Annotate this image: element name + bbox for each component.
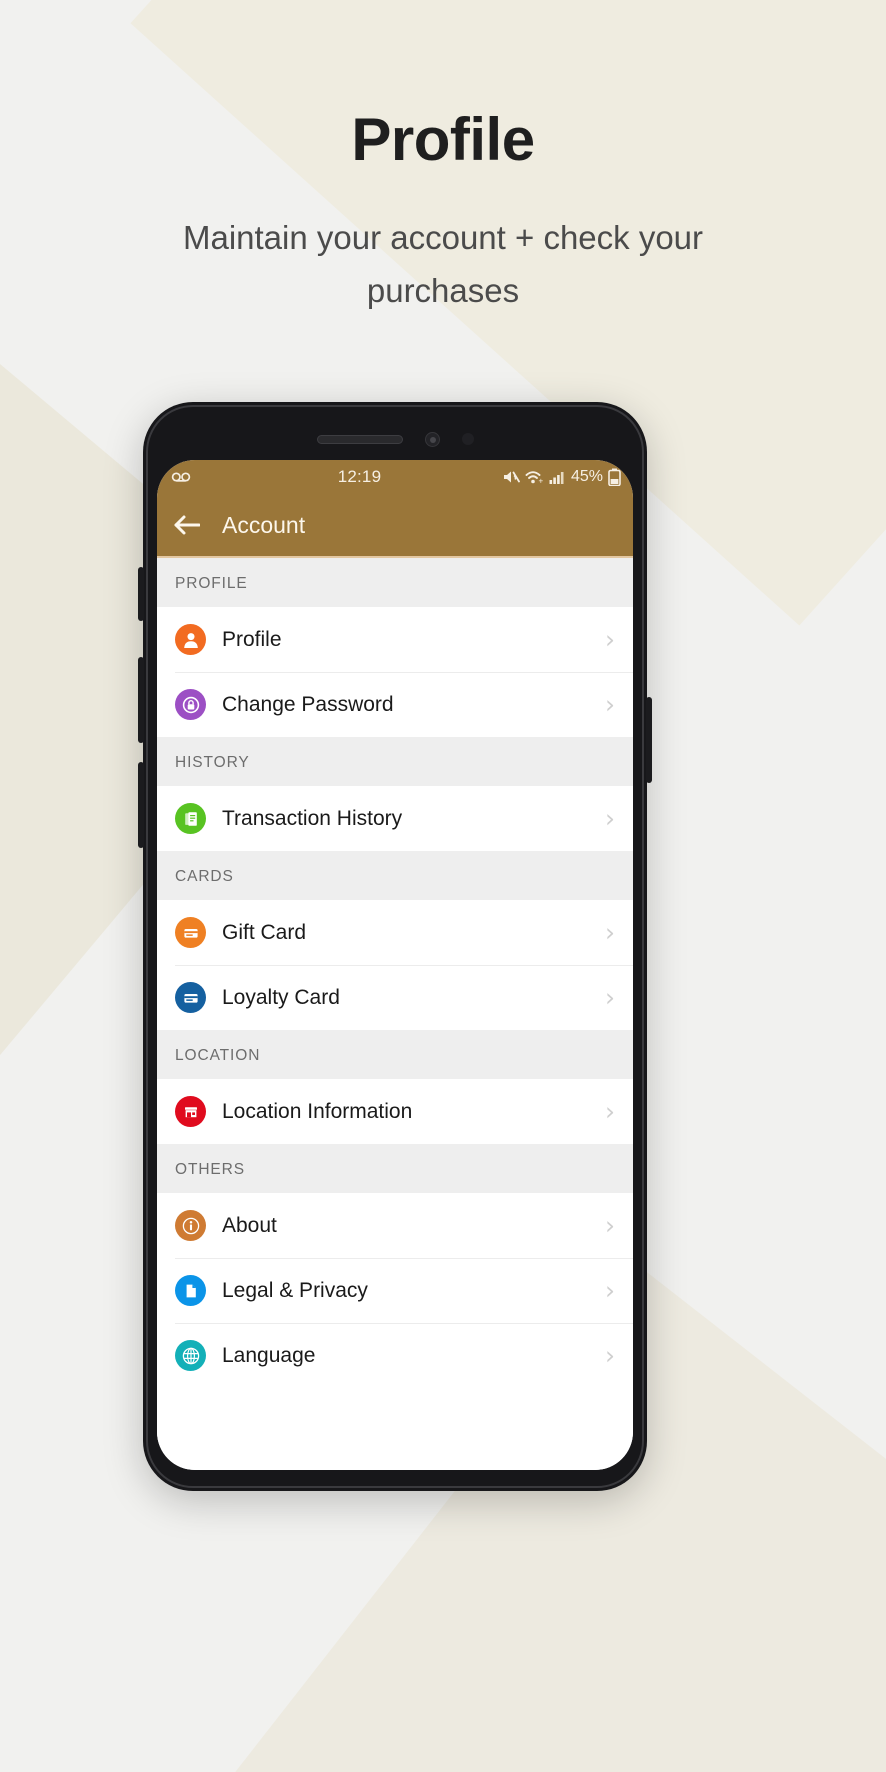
document-icon — [175, 1275, 206, 1306]
status-bar-left — [171, 470, 191, 484]
app-bar: Account — [157, 494, 633, 556]
chevron-right-icon: › — [605, 983, 615, 1012]
list-item-change-password[interactable]: Change Password › — [157, 672, 633, 737]
status-bar: 12:19 + 45% — [157, 460, 633, 494]
person-icon — [175, 624, 206, 655]
list-item-label: Change Password — [222, 692, 394, 716]
app-bar-title: Account — [222, 511, 306, 538]
lock-icon — [175, 689, 206, 720]
back-arrow-icon[interactable] — [173, 514, 200, 536]
credit-card-icon — [175, 982, 206, 1013]
page-title: Profile — [351, 106, 535, 173]
list-item-legal-privacy[interactable]: Legal & Privacy › — [157, 1258, 633, 1323]
phone-button-power[interactable] — [646, 697, 652, 783]
list-item-label: Transaction History — [222, 806, 403, 830]
wifi-icon: + — [525, 470, 544, 485]
chevron-right-icon: › — [605, 804, 615, 833]
section-header-cards: CARDS — [157, 851, 633, 900]
phone-button-volume-up[interactable] — [138, 657, 144, 743]
list-item-label: Profile — [222, 627, 282, 651]
chevron-right-icon: › — [605, 1097, 615, 1126]
chevron-right-icon: › — [605, 1341, 615, 1370]
list-item-transaction-history[interactable]: Transaction History › — [157, 786, 633, 851]
list-item-loyalty-card[interactable]: Loyalty Card › — [157, 965, 633, 1030]
battery-percent-label: 45% — [570, 468, 603, 485]
list-item-label: About — [222, 1213, 277, 1237]
settings-list: PROFILE Profile › Change Password › HIST… — [157, 558, 633, 1470]
list-item-about[interactable]: About › — [157, 1193, 633, 1258]
voicemail-icon — [171, 470, 191, 484]
page-subtitle: Maintain your account + check your purch… — [182, 219, 704, 310]
hero-section: Profile Maintain your account + check yo… — [0, 0, 886, 318]
globe-icon — [175, 1340, 206, 1371]
chevron-right-icon: › — [605, 1276, 615, 1305]
chevron-right-icon: › — [605, 690, 615, 719]
chevron-right-icon: › — [605, 1211, 615, 1240]
phone-button-volume-down[interactable] — [138, 762, 144, 848]
phone-button-bixby[interactable] — [138, 567, 144, 621]
list-item-language[interactable]: Language › — [157, 1323, 633, 1388]
store-icon — [175, 1096, 206, 1127]
earpiece-speaker-icon — [316, 434, 403, 444]
list-item-gift-card[interactable]: Gift Card › — [157, 900, 633, 965]
signal-icon — [549, 470, 566, 485]
chevron-right-icon: › — [605, 918, 615, 947]
svg-text:+: + — [538, 476, 543, 485]
list-item-profile[interactable]: Profile › — [157, 607, 633, 672]
battery-icon — [608, 468, 621, 486]
section-header-others: OTHERS — [157, 1144, 633, 1193]
list-item-label: Legal & Privacy — [222, 1278, 368, 1302]
info-icon — [175, 1210, 206, 1241]
list-item-label: Location Information — [222, 1099, 413, 1123]
credit-card-icon — [175, 917, 206, 948]
section-header-profile: PROFILE — [157, 558, 633, 607]
list-item-label: Loyalty Card — [222, 985, 340, 1009]
phone-screen: 12:19 + 45% Account PROFILE Profile › Ch… — [157, 460, 633, 1470]
section-header-location: LOCATION — [157, 1030, 633, 1079]
phone-notch-area — [143, 402, 647, 460]
mute-icon — [502, 469, 520, 485]
status-bar-right: + 45% — [502, 468, 621, 486]
list-item-location-information[interactable]: Location Information › — [157, 1079, 633, 1144]
section-header-history: HISTORY — [157, 737, 633, 786]
front-camera-icon — [424, 431, 440, 447]
list-item-label: Gift Card — [222, 920, 307, 944]
proximity-sensor-icon — [461, 433, 474, 445]
phone-mockup: 12:19 + 45% Account PROFILE Profile › Ch… — [138, 402, 652, 1491]
list-item-label: Language — [222, 1343, 316, 1367]
receipt-icon — [175, 803, 206, 834]
chevron-right-icon: › — [605, 625, 615, 654]
status-bar-clock: 12:19 — [337, 467, 382, 486]
